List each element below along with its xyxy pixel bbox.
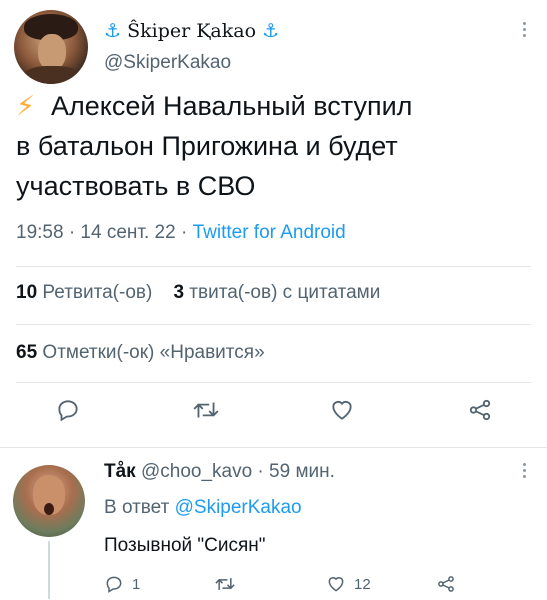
anchor-icon: ⚓ [262, 20, 280, 42]
replying-to: В ответ @SkiperKakao [104, 497, 302, 518]
tweet-actions [0, 392, 547, 436]
reply-tweet[interactable]: Tåк @choo_kavo · 59 мин. В ответ @Skiper… [0, 449, 547, 600]
reply-share-button[interactable] [436, 571, 456, 597]
divider [0, 447, 547, 448]
author-handle[interactable]: @SkiperKakao [104, 52, 231, 74]
retweet-stats: 10 Ретвита(-ов) 3 твита(-ов) с цитатами [16, 282, 380, 304]
reply-icon[interactable] [50, 392, 86, 428]
quotes-stat[interactable]: 3 твита(-ов) с цитатами [173, 282, 380, 303]
reply-mention[interactable]: @SkiperKakao [175, 497, 302, 518]
tweet-source[interactable]: Twitter for Android [193, 222, 346, 243]
reply-retweet-button[interactable] [214, 571, 236, 597]
reply-header: Tåк @choo_kavo · 59 мин. [104, 461, 335, 483]
divider [16, 266, 531, 267]
author-display-name[interactable]: ⚓ Ŝkiper Ⱪakao ⚓ [104, 20, 279, 42]
divider [16, 382, 531, 383]
avatar-mouth [44, 503, 54, 515]
reply-reply-button[interactable]: 1 [104, 571, 140, 597]
author-avatar[interactable] [14, 10, 88, 84]
divider [16, 324, 531, 325]
reply-like-button[interactable]: 12 [326, 571, 371, 597]
tweet-timestamp[interactable]: 19:58 · 14 сент. 22 · [16, 222, 193, 243]
thread-line [48, 541, 50, 599]
tweet-text-line-3: участвовать в СВО [16, 171, 256, 201]
like-icon [328, 577, 344, 592]
share-icon [438, 576, 454, 592]
avatar-body [22, 66, 82, 84]
reply-author-name[interactable]: Tåк [104, 461, 136, 482]
anchor-icon: ⚓ [104, 20, 122, 42]
tweet-meta: 19:58 · 14 сент. 22 · Twitter for Androi… [16, 222, 346, 244]
reply-icon [106, 576, 122, 593]
reply-count: 1 [132, 575, 141, 593]
tweet-text-line-2: в батальон Пригожина и будет [16, 131, 398, 161]
like-count: 12 [354, 575, 371, 593]
retweets-stat[interactable]: 10 Ретвита(-ов) [16, 282, 152, 303]
reply-text: Позывной "Сисян" [104, 535, 266, 556]
main-tweet: ⚓ Ŝkiper Ⱪakao ⚓ @SkiperKakao ⚡ Алексей Н… [0, 0, 547, 448]
avatar-face [38, 34, 66, 70]
author-name-text: Ŝkiper Ⱪakao [127, 20, 257, 42]
more-icon[interactable] [514, 463, 534, 485]
lightning-icon: ⚡ [16, 91, 35, 121]
reply-avatar[interactable] [13, 465, 85, 537]
retweet-icon[interactable] [188, 392, 224, 428]
reply-handle-time[interactable]: @choo_kavo · 59 мин. [136, 461, 335, 482]
tweet-text: ⚡ Алексей Навальный вступил в батальон Пр… [16, 86, 536, 206]
tweet-text-line-1: ⚡ Алексей Навальный вступил [16, 91, 413, 121]
share-icon[interactable] [462, 392, 498, 428]
retweet-icon [215, 578, 235, 590]
likes-stat[interactable]: 65 Отметки(-ок) «Нравится» [16, 342, 265, 364]
more-icon[interactable] [514, 22, 534, 44]
like-icon[interactable] [324, 392, 360, 428]
